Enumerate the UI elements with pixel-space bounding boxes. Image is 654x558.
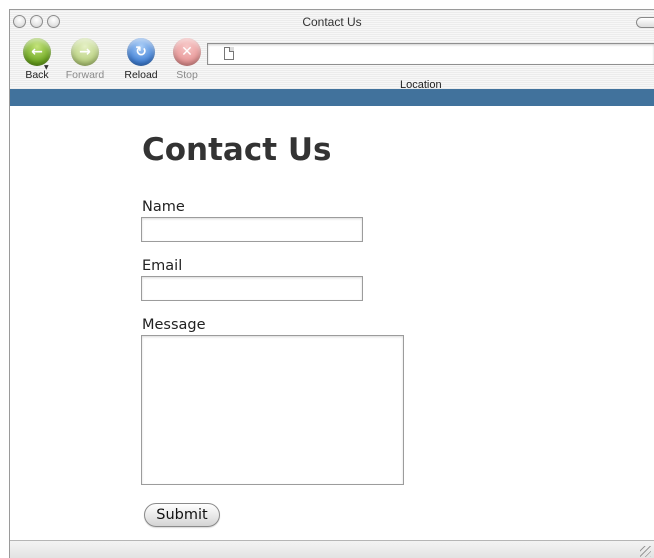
message-textarea[interactable] bbox=[141, 335, 404, 485]
toolbar-toggle-button[interactable] bbox=[636, 17, 654, 28]
reload-label: Reload bbox=[124, 69, 158, 81]
forward-arrow-icon: → bbox=[71, 38, 99, 66]
stop-label: Stop bbox=[176, 69, 198, 81]
message-label: Message bbox=[142, 317, 206, 333]
stop-button[interactable]: ✕ Stop bbox=[162, 38, 212, 81]
name-input[interactable] bbox=[141, 217, 363, 242]
back-arrow-icon: ← bbox=[23, 38, 51, 66]
stop-x-icon: ✕ bbox=[173, 38, 201, 66]
accent-bar bbox=[10, 89, 654, 106]
back-button[interactable]: ← ▼ Back bbox=[12, 38, 62, 81]
status-bar bbox=[10, 540, 654, 558]
title-bar[interactable]: Contact Us bbox=[10, 10, 654, 34]
reload-icon: ↻ bbox=[127, 38, 155, 66]
submit-button[interactable]: Submit bbox=[144, 503, 220, 527]
back-history-dropdown-icon[interactable]: ▼ bbox=[44, 64, 49, 71]
email-label: Email bbox=[142, 258, 183, 274]
forward-label: Forward bbox=[65, 69, 105, 81]
back-label: Back bbox=[25, 69, 49, 81]
location-field[interactable] bbox=[207, 43, 654, 65]
browser-window: Contact Us ← ▼ Back → Forward ↻ Reload ✕… bbox=[9, 9, 654, 558]
name-label: Name bbox=[142, 199, 185, 215]
reload-button[interactable]: ↻ Reload bbox=[116, 38, 166, 81]
email-input[interactable] bbox=[141, 276, 363, 301]
window-title: Contact Us bbox=[302, 15, 362, 29]
forward-button[interactable]: → Forward bbox=[60, 38, 110, 81]
page-title: Contact Us bbox=[142, 132, 332, 168]
page-document-icon bbox=[224, 47, 234, 60]
page-content: Contact Us Name Email Message Submit bbox=[10, 106, 654, 540]
resize-grip-icon[interactable] bbox=[640, 546, 651, 557]
